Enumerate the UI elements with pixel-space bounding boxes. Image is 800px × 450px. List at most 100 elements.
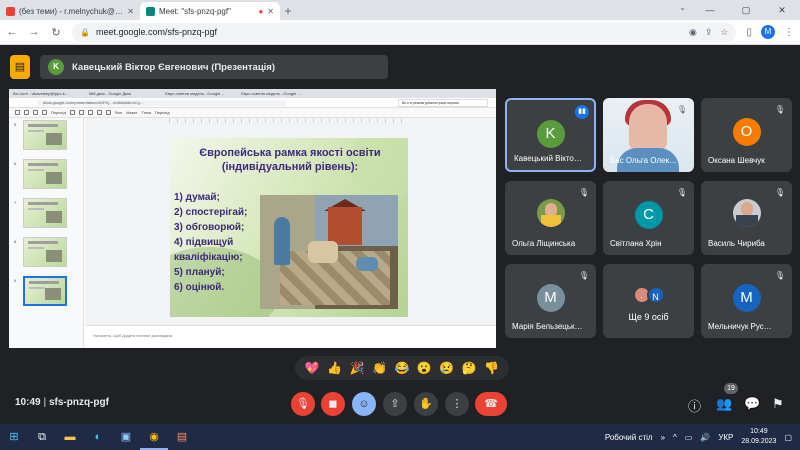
heart-reaction[interactable]: 💖 <box>305 356 320 380</box>
slide-list-item: 3) обговорюй; <box>174 222 245 233</box>
slide: Європейська рамка якості освіти (індивід… <box>170 138 408 317</box>
chevron-down-icon[interactable]: ⌄ <box>679 3 686 12</box>
more-avatars: · N <box>632 286 665 304</box>
maximize-button[interactable]: ▢ <box>728 0 764 20</box>
present-screen-button[interactable]: ⇧ <box>383 392 407 416</box>
slides-menu-item: Перехід <box>154 110 170 115</box>
star-icon[interactable]: ☆ <box>720 27 728 38</box>
slides-menu-item: Перехід <box>51 110 66 115</box>
profile-avatar[interactable]: M <box>761 25 775 39</box>
chevron-down-icon[interactable]: » <box>661 433 665 442</box>
leave-call-button[interactable]: ☎ <box>475 392 507 416</box>
participant-tile[interactable]: M 🎙 Мельничук Рус… <box>701 264 792 338</box>
windows-start-icon[interactable]: ⊞ <box>0 424 28 450</box>
clock-date: 28.09.2023 <box>741 438 777 445</box>
address-bar[interactable]: 🔒 meet.google.com/sfs-pnzq-pgf ◉ ⇪ ☆ <box>72 22 737 42</box>
info-icon[interactable]: ⓘ <box>688 396 701 415</box>
participant-tile[interactable]: 🎙 Василь Чириба <box>701 181 792 255</box>
task-view-icon[interactable]: ⧉ <box>28 424 56 450</box>
shared-browser-tabs: Всі гості - vikavetsky@ippo.k… Мій диск … <box>9 89 496 98</box>
clock[interactable]: 10:49 28.09.2023 <box>741 427 776 447</box>
participant-tile[interactable]: M 🎙 Марія Бельзецьк… <box>505 264 596 338</box>
laugh-reaction[interactable]: 😂 <box>394 356 409 380</box>
clap-reaction[interactable]: 👏 <box>372 356 387 380</box>
new-tab-button[interactable]: + <box>280 2 296 20</box>
slide-list-item: 5) плануй; <box>174 267 225 278</box>
people-icon[interactable]: 👥 <box>716 396 732 412</box>
share-icon[interactable]: ⇪ <box>705 27 713 38</box>
browser-tab-meet[interactable]: Meet: "sfs-pnzq-pgf" ● ✕ <box>140 2 280 20</box>
slide-thumbnail <box>23 237 67 267</box>
participant-name: Ольга Ліщинська <box>512 239 576 248</box>
back-icon[interactable]: ← <box>6 26 18 38</box>
slides-toolbar: Перехід Фон Макет Тема Перехід <box>9 108 496 118</box>
minimize-button[interactable]: — <box>692 0 728 20</box>
participant-name: Бас Ольга Олек… <box>610 156 678 165</box>
slide-list-item: кваліфікацію; <box>174 252 243 263</box>
reload-icon[interactable]: ↻ <box>50 26 62 39</box>
shared-tab: Мій диск - Google Диск <box>89 91 132 96</box>
file-explorer-icon[interactable]: ▬ <box>56 424 84 450</box>
participant-name: Світлана Хрін <box>610 239 662 248</box>
thinking-reaction[interactable]: 🤔 <box>462 356 477 380</box>
presenter-avatar: K <box>48 59 64 75</box>
presenter-label[interactable]: K Кавецький Віктор Євгенович (Презентаці… <box>40 55 388 79</box>
desktop-label[interactable]: Робочий стіл <box>605 433 653 442</box>
avatar: O <box>732 118 761 146</box>
meet-window: (без теми) - r.melnychuk@ipp… ✕ Meet: "s… <box>0 0 800 450</box>
participant-tile[interactable]: O 🎙 Оксана Шевчук <box>701 98 792 172</box>
activities-icon[interactable]: ⚑ <box>772 396 784 412</box>
chrome-icon[interactable]: ◉ <box>140 424 168 450</box>
mic-off-icon: 🎙 <box>676 105 688 114</box>
reactions-bar: 💖 👍 🎉 👏 😂 😮 😢 🤔 👎 <box>295 356 509 380</box>
participant-name: Оксана Шевчук <box>708 156 765 165</box>
people-count-badge: 19 <box>724 383 738 394</box>
slides-menu-item: Макет <box>126 110 138 115</box>
camera-icon[interactable]: ◉ <box>689 27 697 38</box>
thumbs-down-reaction[interactable]: 👎 <box>484 356 499 380</box>
close-icon[interactable]: ✕ <box>127 7 134 16</box>
participant-tile[interactable]: С 🎙 Світлана Хрін <box>603 181 694 255</box>
party-reaction[interactable]: 🎉 <box>350 356 365 380</box>
participant-tile[interactable]: 🎙 Ольга Ліщинська <box>505 181 596 255</box>
clock-time: 10:49 <box>750 428 768 435</box>
redo-icon <box>33 110 38 115</box>
tray-up-icon[interactable]: ^ <box>673 433 677 442</box>
volume-icon[interactable]: 🔊 <box>700 433 710 442</box>
close-icon[interactable]: ✕ <box>267 7 274 16</box>
mic-toggle-button[interactable]: 🎙 <box>291 392 315 416</box>
sad-reaction[interactable]: 😢 <box>439 356 454 380</box>
presentation-header: ▤ K Кавецький Віктор Євгенович (Презента… <box>0 45 800 89</box>
participant-tile[interactable]: 🎙 Бас Ольга Олек… <box>603 98 694 172</box>
camera-toggle-button[interactable]: ◼ <box>321 392 345 416</box>
edge-icon[interactable]: ◐ <box>84 424 112 450</box>
chat-icon[interactable]: 💬 <box>744 396 760 412</box>
speaking-icon: ▮▮ <box>575 105 589 119</box>
forward-icon[interactable]: → <box>28 26 40 38</box>
network-icon[interactable]: ▭ <box>685 433 693 442</box>
thumbs-up-reaction[interactable]: 👍 <box>327 356 342 380</box>
address-bar-actions: ◉ ⇪ ☆ <box>689 27 728 38</box>
browser-tab-mail[interactable]: (без теми) - r.melnychuk@ipp… ✕ <box>0 2 140 20</box>
slide-title-line: Європейська рамка якості освіти <box>199 147 381 159</box>
slides-menu-item: Тема <box>141 110 151 115</box>
surprised-reaction[interactable]: 😮 <box>417 356 432 380</box>
mic-off-icon: 🎙 <box>578 188 590 197</box>
thumb-number: 5 <box>14 122 17 127</box>
app-icon[interactable]: ▣ <box>112 424 140 450</box>
presentation-icon: ▤ <box>10 55 30 79</box>
more-options-button[interactable]: ⋮ <box>445 392 469 416</box>
sidebar-icon[interactable]: ▯ <box>746 27 752 38</box>
app-icon[interactable]: ▤ <box>168 424 196 450</box>
close-window-button[interactable]: ✕ <box>764 0 800 20</box>
language-indicator[interactable]: УКР <box>718 433 733 442</box>
mic-off-icon: 🎙 <box>676 188 688 197</box>
reactions-button[interactable]: ☺ <box>352 392 376 416</box>
participant-tile[interactable]: K ▮▮ Кавецький Вікто… <box>505 98 596 172</box>
more-participants-tile[interactable]: · N Ще 9 осіб <box>603 264 694 338</box>
raise-hand-button[interactable]: ✋ <box>414 392 438 416</box>
notifications-icon[interactable]: ▢ <box>784 433 792 442</box>
menu-icon[interactable]: ⋮ <box>784 27 794 38</box>
shared-tab: Євро освітня модель - Google … <box>165 91 226 96</box>
more-participants-label: Ще 9 осіб <box>628 312 669 322</box>
